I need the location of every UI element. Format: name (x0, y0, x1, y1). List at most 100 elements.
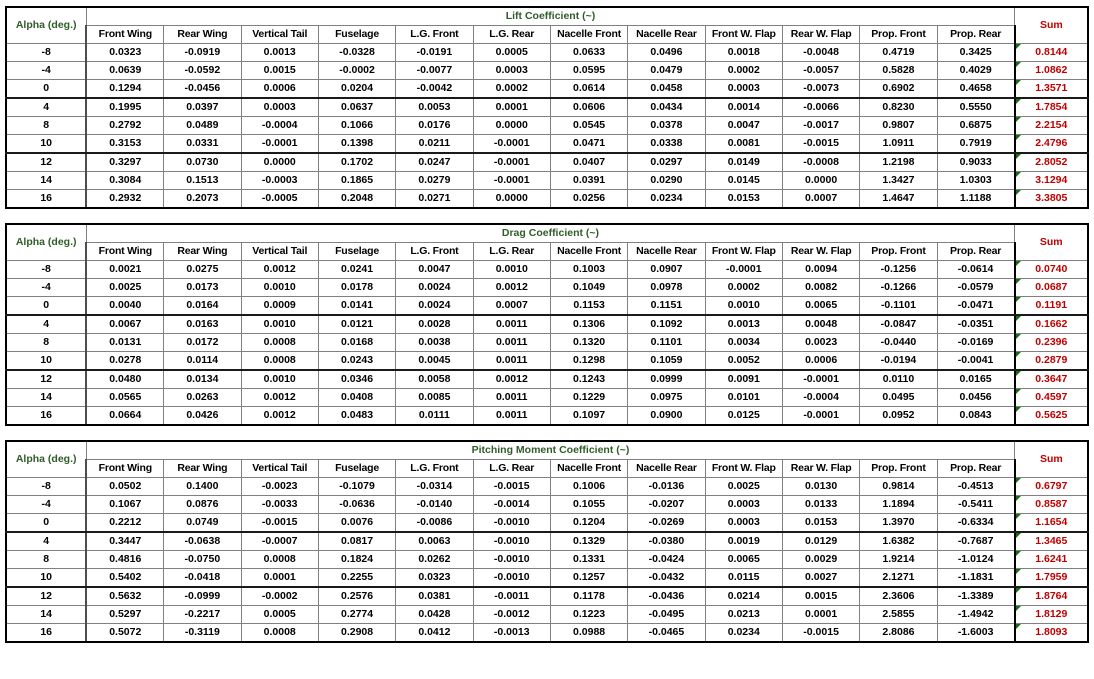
alpha-value-cell: 16 (5, 189, 87, 209)
value-cell: 0.0021 (85, 260, 165, 279)
value-cell: -0.0002 (317, 61, 397, 80)
sum-value-text: 1.8764 (1035, 590, 1068, 602)
sum-value-text: 1.3465 (1035, 535, 1068, 547)
sum-value-text: 1.8093 (1035, 626, 1068, 638)
value-cell: 0.9033 (936, 152, 1016, 172)
value-cell: 0.0114 (163, 351, 242, 371)
column-header-l-g-front: L.G. Front (395, 459, 474, 478)
value-cell: 0.0876 (163, 495, 242, 514)
value-cell: 0.0978 (627, 278, 706, 297)
value-cell: 1.0303 (936, 171, 1016, 190)
value-cell: 0.0015 (240, 61, 319, 80)
table-row: 10 0.5402 -0.0418 0.0001 0.2255 0.0323 -0.0010… (5, 568, 1089, 588)
value-cell: 0.0065 (704, 550, 783, 569)
column-header-prop-front: Prop. Front (859, 25, 938, 44)
value-cell: 0.0749 (163, 513, 242, 533)
value-cell: 0.1153 (549, 296, 629, 316)
value-cell: 0.0101 (704, 388, 783, 407)
value-cell: 0.0015 (781, 586, 861, 606)
value-cell: 0.0290 (627, 171, 706, 190)
sum-value-text: 0.2879 (1035, 354, 1068, 366)
value-cell: 1.1188 (936, 189, 1016, 209)
value-cell: 1.3970 (859, 513, 938, 533)
value-cell: -0.0008 (781, 152, 861, 172)
value-cell: 0.0843 (936, 406, 1016, 426)
value-cell: 0.1298 (549, 351, 629, 371)
value-cell: -0.0015 (472, 477, 551, 496)
value-cell: -0.0014 (472, 495, 551, 514)
alpha-value-cell: 16 (5, 623, 87, 643)
value-cell: 0.0407 (549, 152, 629, 172)
value-cell: -0.0003 (240, 171, 319, 190)
column-header-nacelle-front: Nacelle Front (549, 459, 629, 478)
table-column-header-row: Front Wing Rear Wing Vertical Tail Fuselage… (6, 242, 1088, 261)
value-cell: 0.0346 (317, 369, 397, 389)
sum-value-text: 1.0862 (1035, 64, 1068, 76)
value-cell: 0.3297 (85, 152, 165, 172)
value-cell: 0.0256 (549, 189, 629, 209)
table-row: 14 0.0565 0.0263 0.0012 0.0408 0.0085 0.0011 0.… (5, 388, 1089, 407)
sum-value-text: 1.6241 (1035, 553, 1068, 565)
value-cell: 0.0495 (859, 388, 938, 407)
column-header-l-g-rear: L.G. Rear (472, 459, 551, 478)
value-cell: 0.0008 (240, 623, 319, 643)
cell-error-flag-icon (1015, 62, 1021, 67)
column-header-l-g-rear: L.G. Rear (472, 25, 551, 44)
table-row: -4 0.0639 -0.0592 0.0015 -0.0002 -0.0077 0.000… (5, 61, 1089, 80)
table-title-row: Alpha (deg.) Pitching Moment Coefficient … (5, 440, 1089, 478)
value-cell: -0.0471 (936, 296, 1016, 316)
table-row: -4 0.1067 0.0876 -0.0033 -0.0636 -0.0140 -0.00… (5, 495, 1089, 514)
value-cell: -0.0004 (240, 116, 319, 135)
value-cell: 0.1055 (549, 495, 629, 514)
value-cell: 0.1006 (549, 477, 629, 496)
value-cell: 0.0279 (395, 171, 474, 190)
cell-error-flag-icon (1015, 279, 1021, 284)
table-title: Lift Coefficient (~) (85, 6, 1016, 26)
sum-value-text: 2.8052 (1035, 156, 1068, 168)
table-row: 0 0.1294 -0.0456 0.0006 0.0204 -0.0042 0.0002 0… (5, 79, 1089, 99)
cell-error-flag-icon (1015, 407, 1021, 412)
sum-value-cell: 2.2154 (1014, 116, 1089, 135)
cell-error-flag-icon (1015, 316, 1021, 321)
value-cell: 0.5072 (85, 623, 165, 643)
value-cell: 0.1329 (549, 531, 629, 551)
table-title-row: Alpha (deg.) Drag Coefficient (~) Sum (5, 223, 1089, 261)
value-cell: 0.0012 (240, 406, 319, 426)
value-cell: 0.0011 (472, 351, 551, 371)
value-cell: -0.0001 (472, 171, 551, 190)
value-cell: 0.1306 (549, 314, 629, 334)
alpha-value-cell: 10 (5, 568, 87, 588)
value-cell: 0.1151 (627, 296, 706, 316)
value-cell: -0.0579 (936, 278, 1016, 297)
coefficient-table: Alpha (deg.) Pitching Moment Coefficient … (5, 440, 1089, 643)
table-title-row: Alpha (deg.) Lift Coefficient (~) Sum (5, 6, 1089, 44)
column-header-front-w-flap: Front W. Flap (704, 25, 783, 44)
value-cell: 0.1865 (317, 171, 397, 190)
value-cell: 0.0595 (549, 61, 629, 80)
value-cell: -0.0010 (472, 568, 551, 588)
value-cell: -0.0073 (781, 79, 861, 99)
value-cell: 0.0153 (704, 189, 783, 209)
value-cell: 0.0545 (549, 116, 629, 135)
table-column-header-row: Front Wing Rear Wing Vertical Tail Fuselage… (6, 25, 1088, 44)
column-header-nacelle-rear: Nacelle Rear (627, 242, 706, 261)
value-cell: 0.0975 (627, 388, 706, 407)
value-cell: 0.0029 (781, 550, 861, 569)
value-cell: -0.0140 (395, 495, 474, 514)
value-cell: -0.0041 (936, 351, 1016, 371)
value-cell: 0.0003 (240, 97, 319, 117)
column-header-nacelle-front: Nacelle Front (549, 25, 629, 44)
value-cell: 0.9807 (859, 116, 938, 135)
value-cell: 0.0045 (395, 351, 474, 371)
value-cell: 0.0000 (781, 171, 861, 190)
cell-error-flag-icon (1015, 44, 1021, 49)
value-cell: -0.0048 (781, 43, 861, 62)
table-row: -8 0.0502 0.1400 -0.0023 -0.1079 -0.0314 -0.00… (5, 477, 1089, 496)
value-cell: 0.0052 (704, 351, 783, 371)
value-cell: 0.0000 (240, 152, 319, 172)
table-row: 14 0.5297 -0.2217 0.0005 0.2774 0.0428 -0.0012… (5, 605, 1089, 624)
sum-value-cell: 0.0740 (1014, 260, 1089, 279)
sum-value-text: 2.2154 (1035, 119, 1068, 131)
value-cell: 0.0165 (936, 369, 1016, 389)
value-cell: 0.0606 (549, 97, 629, 117)
